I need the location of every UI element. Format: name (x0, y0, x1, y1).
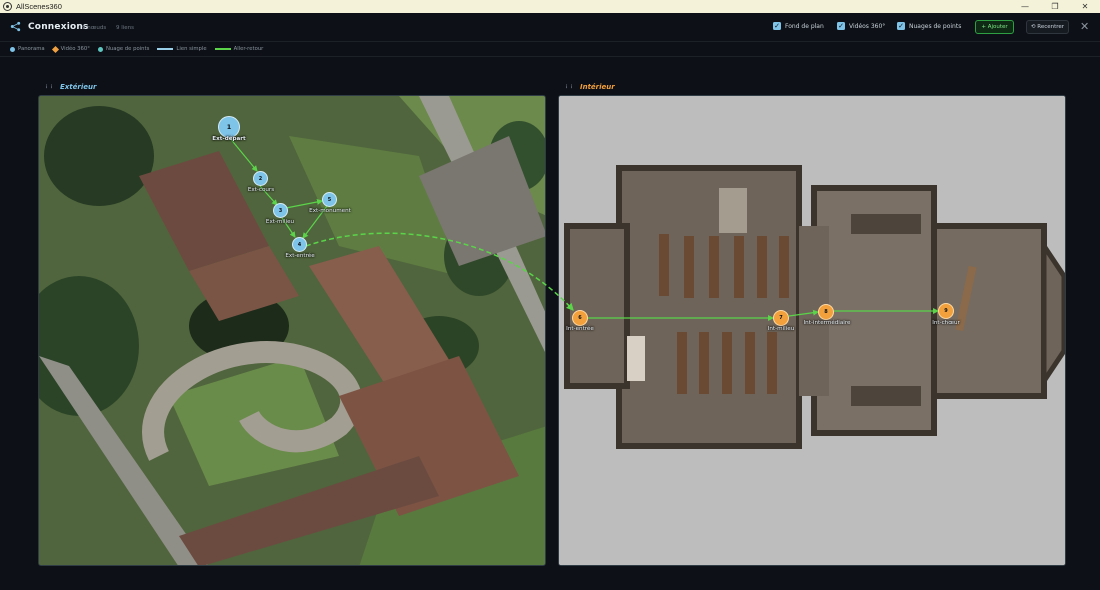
node-4[interactable]: 4 (292, 237, 307, 252)
recenter-button[interactable]: ⟲ Recentrer (1026, 20, 1069, 34)
node-5-label: Ext-monument (309, 208, 351, 214)
window-titlebar: AllScenes360 — ❐ ✕ (0, 0, 1100, 13)
node-8[interactable]: 8 (818, 304, 834, 320)
share-icon (10, 21, 21, 32)
node-7[interactable]: 7 (773, 310, 789, 326)
toggle-point-clouds[interactable]: ✓ Nuages de points (897, 22, 961, 30)
close-icon[interactable]: ✕ (1080, 21, 1089, 32)
checkbox-checked-icon: ✓ (837, 21, 845, 30)
add-button[interactable]: + Ajouter (975, 20, 1014, 34)
window-controls: — ❐ ✕ (1010, 0, 1100, 13)
node-8-label: Int-intermédiaire (803, 320, 851, 326)
node-3[interactable]: 3 (273, 203, 288, 218)
legend-cloud: Nuage de points (97, 46, 149, 52)
floor-plan-background (559, 96, 1065, 565)
video-diamond-icon (51, 45, 59, 53)
checkbox-checked-icon: ✓ (897, 21, 905, 30)
simple-link-line-icon (157, 48, 174, 50)
links-count: 9 liens (116, 25, 135, 31)
maximize-button[interactable]: ❐ (1040, 0, 1070, 13)
node-3-label: Ext-milieu (265, 219, 295, 225)
exterior-map-panel[interactable] (38, 95, 546, 566)
header-bar: Connexions 9 nœuds 9 liens ✓ Fond de pla… (0, 13, 1100, 41)
window-title: AllScenes360 (16, 2, 62, 11)
node-6[interactable]: 6 (572, 310, 588, 326)
panel-title-interior: ⋮⋮ Intérieur (564, 83, 615, 91)
app-icon (3, 2, 12, 11)
nodes-count: 9 nœuds (82, 25, 107, 31)
toggle-360-videos[interactable]: ✓ Vidéos 360° (837, 22, 885, 30)
interior-plan-panel[interactable] (558, 95, 1066, 566)
node-6-label: Int-entrée (566, 326, 594, 332)
node-9-label: Int-chœur (932, 320, 960, 326)
legend-round-trip: Aller-retour (214, 46, 263, 52)
node-5[interactable]: 5 (322, 192, 337, 207)
node-9[interactable]: 9 (938, 303, 954, 319)
legend-bar: Panorama Vidéo 360° Nuage de points Lien… (0, 41, 1100, 57)
panel-title-exterior: ⋮⋮ Extérieur (44, 83, 97, 91)
drag-grip-icon[interactable]: ⋮⋮ (44, 84, 54, 90)
minimize-button[interactable]: — (1010, 0, 1040, 13)
node-7-label: Int-milieu (767, 326, 795, 332)
node-2-label: Ext-cours (247, 187, 275, 193)
aerial-map-background (39, 96, 545, 565)
cloud-dot-icon (97, 46, 103, 52)
panorama-dot-icon (10, 46, 15, 52)
legend-video: Vidéo 360° (51, 45, 90, 53)
node-1-label: Ext-départ (212, 136, 246, 142)
node-4-label: Ext-entrée (285, 253, 315, 259)
checkbox-checked-icon: ✓ (773, 21, 781, 30)
node-1[interactable]: 1 (218, 116, 240, 138)
round-trip-line-icon (214, 48, 231, 50)
drag-grip-icon[interactable]: ⋮⋮ (564, 84, 574, 90)
close-window-button[interactable]: ✕ (1070, 0, 1100, 13)
toggle-background-plan[interactable]: ✓ Fond de plan (773, 22, 824, 30)
legend-simple-link: Lien simple (157, 46, 207, 52)
page-title: Connexions (28, 22, 89, 32)
legend-panorama: Panorama (10, 46, 45, 52)
node-2[interactable]: 2 (253, 171, 268, 186)
